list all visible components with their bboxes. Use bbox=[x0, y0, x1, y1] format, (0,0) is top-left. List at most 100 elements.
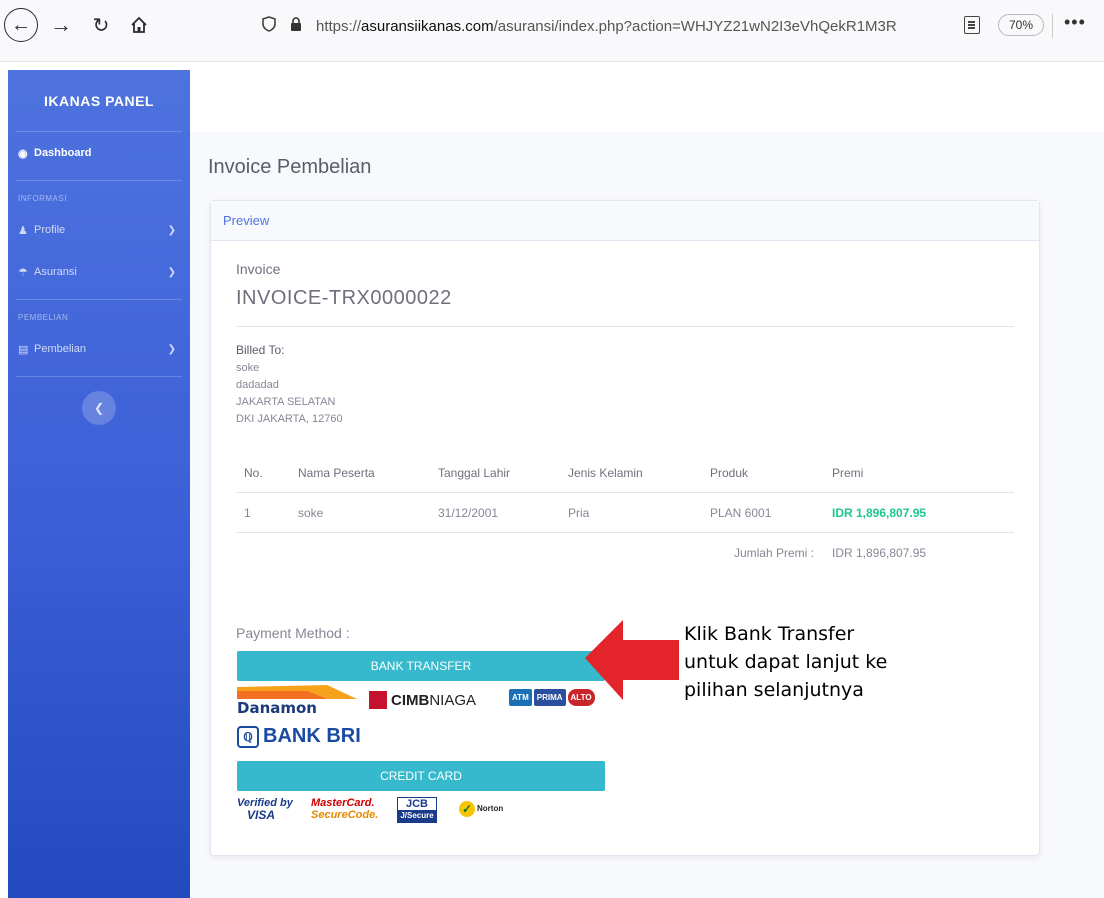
total-row: Jumlah Premi : IDR 1,896,807.95 bbox=[236, 533, 1014, 573]
sidebar: IKANAS PANEL ◉ Dashboard INFORMASI ♟ Pro… bbox=[8, 70, 190, 898]
mastercard-securecode-logo: MasterCard. SecureCode. bbox=[311, 797, 378, 821]
divider bbox=[236, 326, 1014, 327]
table-cell: PLAN 6001 bbox=[710, 505, 772, 520]
chevron-left-icon: ❮ bbox=[93, 401, 105, 415]
column-header: Tanggal Lahir bbox=[438, 465, 511, 480]
back-icon[interactable]: ← bbox=[4, 8, 38, 42]
credit-card-button[interactable]: CREDIT CARD bbox=[237, 761, 605, 791]
sidebar-divider bbox=[16, 376, 182, 377]
shield-icon[interactable] bbox=[262, 16, 276, 36]
invoice-label: Invoice bbox=[236, 261, 281, 277]
user-icon: ♟ bbox=[18, 224, 28, 237]
invoice-card: Preview Invoice INVOICE-TRX0000022 Bille… bbox=[210, 200, 1040, 856]
atm-network-logos: ATM PRIMA ALTO bbox=[509, 689, 595, 706]
more-icon[interactable]: ••• bbox=[1064, 12, 1086, 33]
norton-text: Norton bbox=[477, 804, 504, 813]
table-cell: 31/12/2001 bbox=[438, 505, 499, 520]
sidebar-item-dashboard[interactable]: ◉ Dashboard bbox=[8, 132, 190, 174]
umbrella-icon: ☂ bbox=[18, 266, 28, 279]
sidebar-section-pembelian: PEMBELIAN bbox=[18, 312, 69, 322]
billed-to-label: Billed To: bbox=[236, 343, 285, 357]
danamon-stripe-logo bbox=[237, 685, 357, 699]
card-header: Preview bbox=[211, 201, 1039, 241]
table-cell-premi: IDR 1,896,807.95 bbox=[832, 505, 927, 520]
table-cell: Pria bbox=[568, 505, 590, 520]
invoice-table: No. Nama Peserta Tanggal Lahir Jenis Kel… bbox=[236, 453, 1014, 573]
forward-icon[interactable]: → bbox=[46, 10, 76, 40]
home-icon[interactable] bbox=[124, 10, 154, 40]
sidebar-brand[interactable]: IKANAS PANEL bbox=[16, 70, 182, 132]
billed-to-province: DKI JAKARTA, 12760 bbox=[236, 413, 343, 425]
url-path: /asuransi/index.php?action=WHJYZ21wN2I3e… bbox=[493, 17, 897, 35]
bri-mark-icon: ℚ bbox=[237, 725, 259, 748]
sidebar-item-profile[interactable]: ♟ Profile ❯ bbox=[8, 209, 190, 251]
checkmark-icon: ✓ bbox=[459, 801, 475, 817]
address-bar[interactable]: https://asuransiikanas.com/asuransi/inde… bbox=[262, 12, 1052, 40]
reload-icon[interactable]: ↻ bbox=[86, 10, 116, 40]
browser-toolbar: ← → ↻ https://asuransiikanas.com/asurans… bbox=[0, 0, 1104, 62]
annotation-line: Klik Bank Transfer bbox=[684, 623, 855, 645]
cimb-mark-icon bbox=[369, 691, 387, 709]
sidebar-item-label: Dashboard bbox=[34, 147, 92, 159]
billed-to-city: JAKARTA SELATAN bbox=[236, 396, 336, 408]
page-title: Invoice Pembelian bbox=[208, 156, 372, 178]
table-header-row: No. Nama Peserta Tanggal Lahir Jenis Kel… bbox=[236, 453, 1014, 493]
cart-icon: ▤ bbox=[18, 343, 29, 356]
sidebar-item-label: Asuransi bbox=[34, 266, 77, 278]
atm-bersama-logo: ATM bbox=[509, 689, 532, 706]
sidebar-divider bbox=[16, 299, 182, 300]
url-domain: asuransiikanas.com bbox=[361, 17, 494, 35]
annotation-line: pilihan selanjutnya bbox=[684, 679, 864, 701]
jcb-top-text: JCB bbox=[405, 798, 428, 810]
cimb-niaga-logo: CIMB NIAGA bbox=[369, 691, 476, 709]
column-header: Nama Peserta bbox=[298, 465, 375, 480]
payment-method-label: Payment Method : bbox=[236, 625, 350, 641]
mc-bottom-text: SecureCode. bbox=[311, 809, 379, 821]
column-header: Premi bbox=[832, 465, 864, 480]
billed-to-address: dadadad bbox=[236, 379, 279, 391]
prima-logo: PRIMA bbox=[533, 689, 566, 706]
jcb-jsecure-logo: JCB J/Secure bbox=[397, 797, 437, 823]
verified-by-visa-logo: Verified by VISA bbox=[237, 797, 293, 821]
visa-bottom-text: VISA bbox=[247, 808, 276, 822]
url-text[interactable]: https://asuransiikanas.com/asuransi/inde… bbox=[316, 18, 992, 35]
table-cell: 1 bbox=[244, 505, 251, 520]
total-value: IDR 1,896,807.95 bbox=[832, 546, 927, 560]
sidebar-item-asuransi[interactable]: ☂ Asuransi ❯ bbox=[8, 251, 190, 293]
mc-top-text: MasterCard. bbox=[311, 797, 375, 809]
column-header: No. bbox=[244, 465, 263, 480]
chevron-right-icon: ❯ bbox=[167, 343, 176, 355]
chevron-right-icon: ❯ bbox=[167, 224, 176, 236]
annotation-arrow-icon bbox=[585, 620, 679, 700]
bank-bri-logo: ℚ BANK BRI bbox=[237, 725, 361, 748]
annotation-line: untuk dapat lanjut ke bbox=[684, 651, 888, 673]
sidebar-item-label: Pembelian bbox=[34, 343, 86, 355]
invoice-number: INVOICE-TRX0000022 bbox=[236, 287, 452, 309]
dashboard-icon: ◉ bbox=[18, 147, 28, 160]
card-logos: Verified by VISA MasterCard. SecureCode.… bbox=[237, 797, 605, 831]
table-cell: soke bbox=[298, 505, 324, 520]
column-header: Produk bbox=[710, 465, 749, 480]
billed-to-name: soke bbox=[236, 362, 260, 374]
bank-logos: Danamon CIMB NIAGA ATM PRIMA ALTO ℚ BANK … bbox=[237, 685, 605, 755]
table-row: 1 soke 31/12/2001 Pria PLAN 6001 IDR 1,8… bbox=[236, 493, 1014, 533]
zoom-level[interactable]: 70% bbox=[998, 14, 1045, 36]
sidebar-divider bbox=[16, 180, 182, 181]
reader-view-icon[interactable] bbox=[964, 16, 980, 34]
norton-secured-logo: ✓ Norton bbox=[459, 801, 503, 817]
topbar bbox=[190, 70, 1104, 132]
niaga-text: NIAGA bbox=[429, 691, 477, 709]
lock-icon[interactable] bbox=[290, 17, 302, 35]
sidebar-toggle-button[interactable]: ❮ bbox=[82, 391, 116, 425]
sidebar-item-pembelian[interactable]: ▤ Pembelian ❯ bbox=[8, 328, 190, 370]
column-header: Jenis Kelamin bbox=[568, 465, 643, 480]
total-label: Jumlah Premi : bbox=[733, 546, 814, 560]
bri-text: BANK BRI bbox=[263, 725, 361, 747]
url-prefix: https:// bbox=[316, 17, 362, 35]
bank-transfer-button[interactable]: BANK TRANSFER bbox=[237, 651, 605, 681]
sidebar-item-label: Profile bbox=[34, 224, 66, 236]
chevron-right-icon: ❯ bbox=[167, 266, 176, 278]
jcb-bottom-text: J/Secure bbox=[398, 810, 436, 822]
annotation-text: Klik Bank Transfer untuk dapat lanjut ke… bbox=[684, 620, 887, 704]
card-header-title: Preview bbox=[223, 213, 270, 228]
